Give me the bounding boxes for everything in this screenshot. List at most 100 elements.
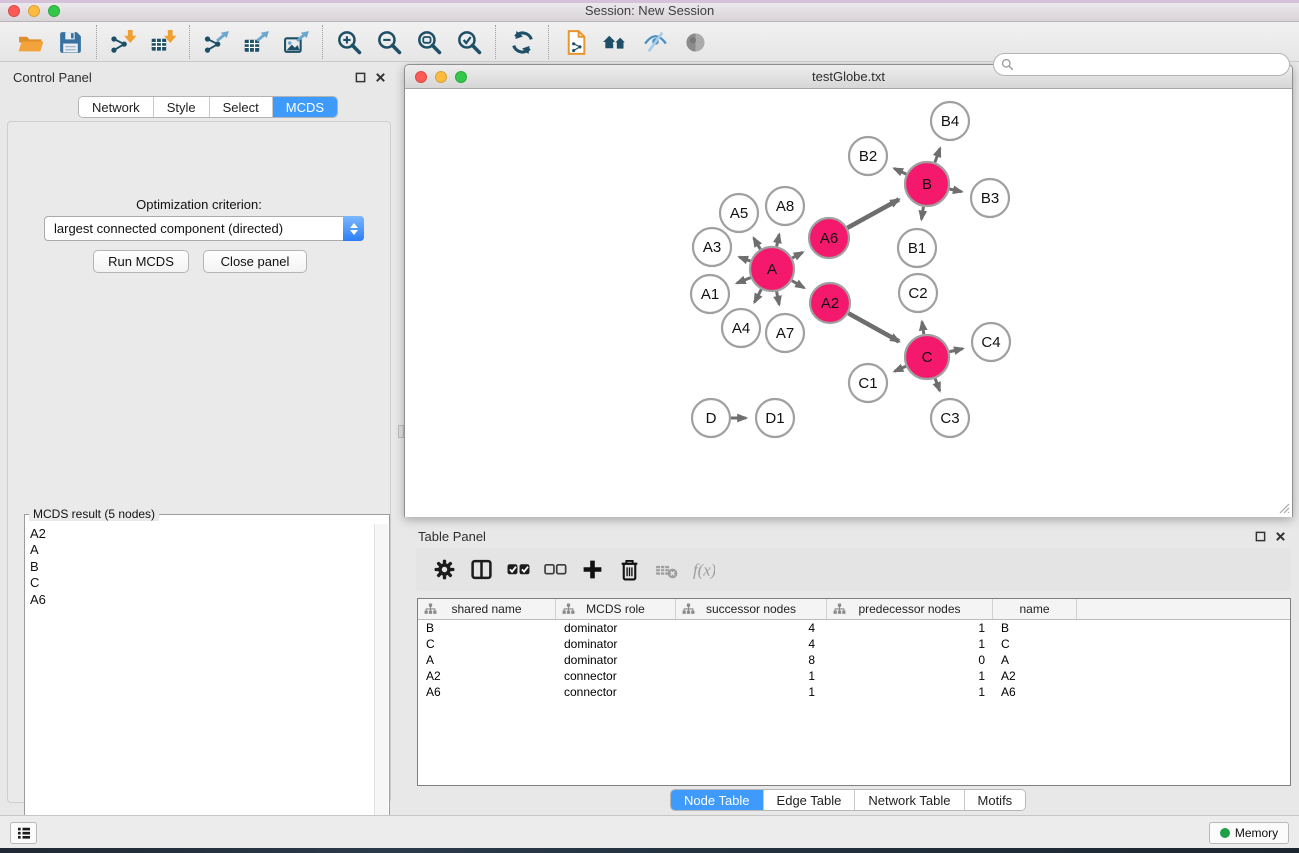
graph-edge-A-A3[interactable] (739, 257, 750, 261)
column-header-predecessor-nodes[interactable]: predecessor nodes (827, 599, 993, 619)
graph-node-A4[interactable]: A4 (722, 309, 760, 347)
graph-edge-A-A4[interactable] (754, 289, 761, 302)
table-cell[interactable]: dominator (556, 621, 676, 635)
graph-edge-A-A5[interactable] (754, 238, 761, 249)
graph-node-C3[interactable]: C3 (931, 399, 969, 437)
hide-graphics-details-button[interactable] (635, 24, 675, 60)
column-header-successor-nodes[interactable]: successor nodes (676, 599, 827, 619)
graph-edge-C-C4[interactable] (949, 349, 962, 352)
table-cell[interactable]: dominator (556, 637, 676, 651)
table-cell[interactable]: 1 (676, 685, 827, 699)
table-cell[interactable]: 1 (827, 669, 993, 683)
graph-node-A[interactable]: A (750, 247, 794, 291)
column-visibility-button[interactable] (463, 552, 500, 588)
graph-node-C1[interactable]: C1 (849, 364, 887, 402)
zoom-out-button[interactable] (369, 24, 409, 60)
zoom-in-button[interactable] (329, 24, 369, 60)
table-cell[interactable]: B (993, 621, 1077, 635)
table-cell[interactable]: dominator (556, 653, 676, 667)
table-cell[interactable]: A6 (993, 685, 1077, 699)
export-network-button[interactable] (196, 24, 236, 60)
table-cell[interactable]: C (418, 637, 556, 651)
graph-edge-B-B3[interactable] (949, 189, 961, 192)
graph-node-A5[interactable]: A5 (720, 194, 758, 232)
task-history-button[interactable] (10, 822, 37, 844)
table-close-panel-button[interactable] (1274, 530, 1287, 543)
graph-node-A8[interactable]: A8 (766, 187, 804, 225)
graph-node-B2[interactable]: B2 (849, 137, 887, 175)
float-panel-button[interactable] (354, 71, 367, 84)
tab-mcds[interactable]: MCDS (273, 97, 337, 117)
column-header-MCDS-role[interactable]: MCDS role (556, 599, 676, 619)
graph-node-C[interactable]: C (905, 335, 949, 379)
graph-node-B1[interactable]: B1 (898, 229, 936, 267)
graph-edge-B-B2[interactable] (894, 168, 906, 174)
tab-style[interactable]: Style (154, 97, 210, 117)
memory-button[interactable]: Memory (1209, 822, 1289, 844)
graph-edge-A-A8[interactable] (777, 234, 779, 246)
import-table-button[interactable] (143, 24, 183, 60)
table-cell[interactable]: A2 (993, 669, 1077, 683)
table-cell[interactable]: connector (556, 669, 676, 683)
show-all-networks-button[interactable] (595, 24, 635, 60)
graph-node-C2[interactable]: C2 (899, 274, 937, 312)
table-row[interactable]: Cdominator41C (418, 636, 1290, 652)
table-cell[interactable]: 0 (827, 653, 993, 667)
graph-edge-A-A7[interactable] (777, 292, 780, 305)
table-cell[interactable]: A (993, 653, 1077, 667)
graph-node-B[interactable]: B (905, 162, 949, 206)
graph-edge-C-C1[interactable] (895, 366, 906, 371)
tab-network-table[interactable]: Network Table (855, 790, 964, 810)
graph-node-A1[interactable]: A1 (691, 275, 729, 313)
graph-edge-B-B4[interactable] (935, 148, 940, 162)
table-float-panel-button[interactable] (1254, 530, 1267, 543)
save-session-button[interactable] (50, 24, 90, 60)
graph-node-A7[interactable]: A7 (766, 314, 804, 352)
search-input[interactable] (1014, 55, 1289, 74)
tab-motifs[interactable]: Motifs (965, 790, 1026, 810)
export-table-button[interactable] (236, 24, 276, 60)
graph-edge-A6-B[interactable] (847, 199, 899, 227)
graph-node-A6[interactable]: A6 (809, 218, 849, 258)
open-session-button[interactable] (10, 24, 50, 60)
table-row[interactable]: A6connector11A6 (418, 684, 1290, 700)
graph-edge-C-C2[interactable] (922, 322, 924, 335)
table-cell[interactable]: 1 (827, 685, 993, 699)
table-cell[interactable]: 4 (676, 621, 827, 635)
table-cell[interactable]: B (418, 621, 556, 635)
graph-node-B3[interactable]: B3 (971, 179, 1009, 217)
add-column-button[interactable] (574, 552, 611, 588)
refresh-button[interactable] (502, 24, 542, 60)
mcds-result-list[interactable]: A2ABCA6 (26, 524, 374, 851)
result-item-A6[interactable]: A6 (26, 592, 374, 608)
zoom-fit-button[interactable] (409, 24, 449, 60)
table-cell[interactable]: A6 (418, 685, 556, 699)
column-header-shared-name[interactable]: shared name (418, 599, 556, 619)
window-resize-grip[interactable] (1278, 502, 1290, 514)
table-cell[interactable]: 1 (676, 669, 827, 683)
criterion-dropdown[interactable]: largest connected component (directed) (44, 216, 364, 241)
table-cell[interactable]: C (993, 637, 1077, 651)
tab-node-table[interactable]: Node Table (671, 790, 764, 810)
close-panel-button[interactable] (374, 71, 387, 84)
table-cell[interactable]: A (418, 653, 556, 667)
tab-select[interactable]: Select (210, 97, 273, 117)
graph-edge-B-B1[interactable] (921, 207, 923, 220)
graph-node-A2[interactable]: A2 (810, 283, 850, 323)
export-image-button[interactable] (276, 24, 316, 60)
settings-gear-button[interactable] (426, 552, 463, 588)
table-cell[interactable]: A2 (418, 669, 556, 683)
table-cell[interactable]: 4 (676, 637, 827, 651)
tab-edge-table[interactable]: Edge Table (764, 790, 856, 810)
network-canvas[interactable]: B4B2BB3A5A8A6B1A3AA1A2C2A4A7CC4C1C3DD1 (405, 89, 1292, 517)
table-cell[interactable]: 8 (676, 653, 827, 667)
table-cell[interactable]: connector (556, 685, 676, 699)
result-item-A2[interactable]: A2 (26, 526, 374, 542)
show-graphics-details-button[interactable] (675, 24, 715, 60)
graph-node-B4[interactable]: B4 (931, 102, 969, 140)
zoom-selected-button[interactable] (449, 24, 489, 60)
result-item-A[interactable]: A (26, 542, 374, 558)
network-document-button[interactable] (555, 24, 595, 60)
graph-node-A3[interactable]: A3 (693, 228, 731, 266)
graph-edge-A-A1[interactable] (737, 278, 751, 284)
